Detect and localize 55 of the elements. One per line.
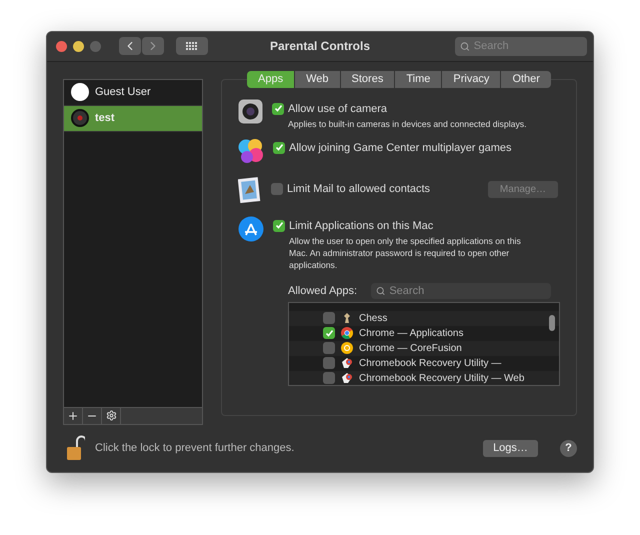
search-icon bbox=[460, 40, 470, 52]
option-description: Allow the user to open only the specified applications on this Mac. An administrator password is required to open other applications. bbox=[288, 234, 522, 271]
checkbox[interactable] bbox=[272, 102, 284, 115]
search-icon bbox=[376, 286, 386, 296]
tab[interactable]: Time bbox=[395, 70, 442, 88]
user-name: Guest User bbox=[95, 86, 151, 98]
user-name: test bbox=[95, 112, 115, 124]
chrome-icon bbox=[341, 327, 353, 340]
checkbox[interactable] bbox=[273, 220, 285, 232]
tab[interactable]: Web bbox=[295, 70, 341, 88]
checkbox[interactable] bbox=[323, 357, 335, 370]
record-icon bbox=[71, 109, 89, 128]
option-label: Limit Applications on this Mac bbox=[289, 220, 434, 232]
help-button[interactable]: ? bbox=[560, 440, 577, 457]
option-label: Limit Mail to allowed contacts bbox=[287, 183, 430, 196]
option-label: Allow use of camera bbox=[288, 102, 388, 115]
lock-message: Click the lock to prevent further changes. bbox=[95, 442, 294, 454]
checkbox[interactable] bbox=[273, 142, 285, 154]
close-button[interactable] bbox=[56, 40, 67, 52]
stamp-icon bbox=[238, 176, 262, 203]
app-store-icon bbox=[238, 216, 264, 242]
option-label: Allow joining Game Center multiplayer games bbox=[289, 142, 512, 154]
checkbox[interactable] bbox=[323, 372, 335, 384]
allowed-apps-label: Allowed Apps: bbox=[288, 284, 358, 297]
grid-icon bbox=[186, 42, 198, 51]
ring-icon bbox=[341, 342, 353, 354]
bubbles-icon bbox=[238, 138, 264, 164]
window-title: Parental Controls bbox=[270, 39, 370, 54]
avatar-icon bbox=[71, 83, 89, 102]
option-description: Applies to built-in cameras in devices and connected displays. bbox=[287, 118, 528, 130]
app-name: Chess bbox=[359, 312, 388, 324]
open-padlock-icon[interactable] bbox=[67, 435, 85, 462]
back-button[interactable] bbox=[119, 37, 141, 56]
camera-icon bbox=[238, 98, 263, 124]
settings-icon bbox=[106, 410, 116, 422]
tab[interactable]: Other bbox=[501, 70, 551, 88]
app-name: Chromebook Recovery Utility — Web bbox=[359, 372, 524, 384]
plus-icon bbox=[67, 410, 79, 422]
forward-button[interactable] bbox=[142, 37, 164, 56]
logs-button[interactable]: Logs… bbox=[483, 440, 538, 457]
app-name: Chromebook Recovery Utility — bbox=[359, 358, 502, 369]
checkbox[interactable] bbox=[323, 342, 335, 354]
tab[interactable]: Privacy bbox=[442, 70, 502, 88]
app-name: Chrome — CoreFusion bbox=[359, 342, 462, 354]
checkbox[interactable] bbox=[271, 183, 283, 196]
scrollbar-thumb[interactable] bbox=[549, 314, 555, 331]
checkbox[interactable] bbox=[323, 312, 335, 324]
search-input[interactable]: Search bbox=[389, 284, 546, 297]
search-field[interactable]: Search bbox=[371, 282, 552, 299]
checkbox[interactable] bbox=[323, 327, 335, 340]
tab[interactable]: Stores bbox=[340, 70, 396, 88]
user-item[interactable]: test bbox=[64, 106, 202, 132]
app-name: Chrome — Applications bbox=[359, 328, 464, 339]
minimize-button[interactable] bbox=[73, 40, 84, 52]
grid-button[interactable] bbox=[176, 37, 208, 56]
